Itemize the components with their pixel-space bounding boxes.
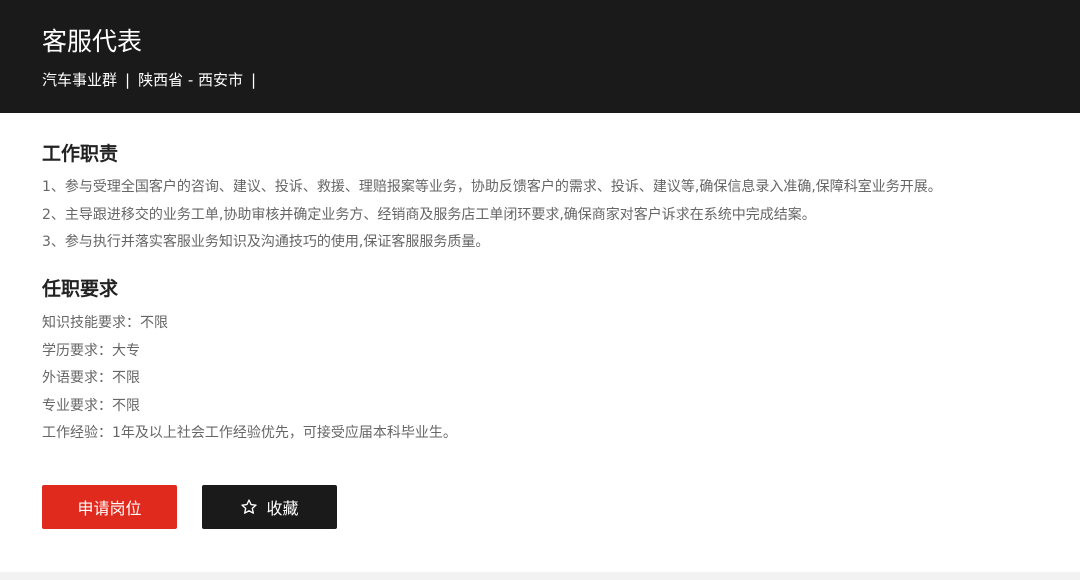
- responsibilities-title: 工作职责: [42, 143, 119, 165]
- meta-separator-end: |: [251, 71, 257, 89]
- star-outline-icon: [240, 498, 258, 516]
- job-meta: 汽车事业群 | 陕西省 - 西安市 |: [42, 69, 256, 91]
- favorite-button[interactable]: 收藏: [202, 485, 337, 529]
- job-title: 客服代表: [42, 27, 143, 56]
- apply-button-label: 申请岗位: [77, 499, 142, 518]
- requirement-item: 工作经验：1年及以上社会工作经验优先，可接受应届本科毕业生。: [42, 425, 457, 441]
- requirement-item: 专业要求：不限: [42, 398, 140, 414]
- location-label: 陕西省 - 西安市: [138, 71, 244, 89]
- responsibility-item: 3、参与执行并落实客服业务知识及沟通技巧的使用,保证客服服务质量。: [42, 234, 490, 250]
- responsibility-item: 1、参与受理全国客户的咨询、建议、投诉、救援、理赔报案等业务，协助反馈客户的需求…: [42, 179, 942, 195]
- requirements-title: 任职要求: [42, 278, 119, 300]
- department-label: 汽车事业群: [42, 71, 118, 89]
- responsibility-item: 2、主导跟进移交的业务工单,协助审核并确定业务方、经销商及服务店工单闭环要求,确…: [42, 207, 816, 223]
- requirement-item: 学历要求：大专: [42, 343, 140, 359]
- footer-divider: [0, 572, 1080, 580]
- requirement-item: 知识技能要求：不限: [42, 315, 168, 331]
- apply-button[interactable]: 申请岗位: [42, 485, 177, 529]
- meta-separator: |: [125, 71, 131, 89]
- job-header: 客服代表 汽车事业群 | 陕西省 - 西安市 |: [0, 0, 1080, 113]
- requirement-item: 外语要求：不限: [42, 370, 140, 386]
- favorite-button-label: 收藏: [266, 499, 299, 518]
